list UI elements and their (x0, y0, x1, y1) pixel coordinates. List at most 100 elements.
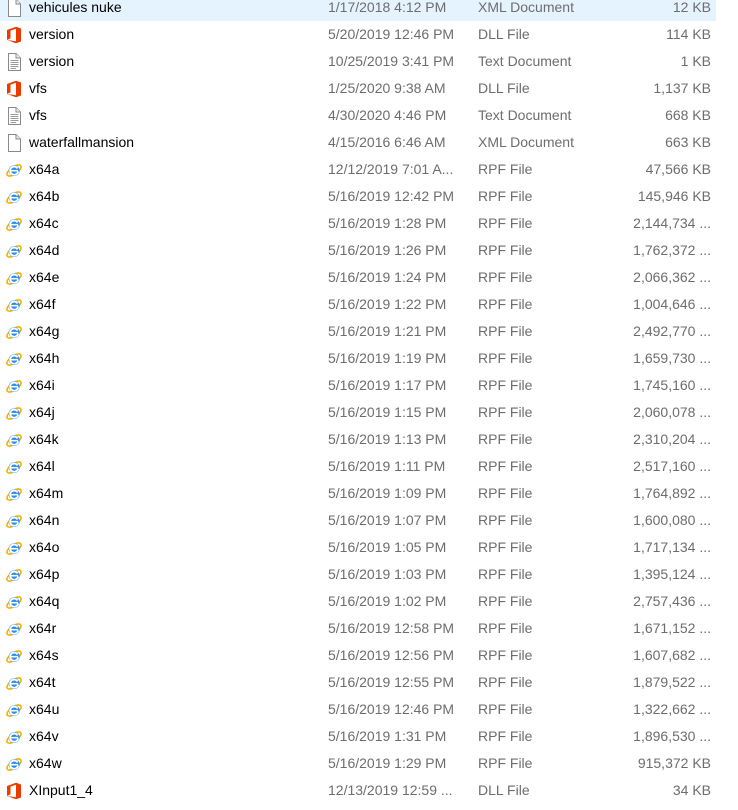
file-type: RPF File (478, 269, 533, 285)
file-row[interactable]: x64v 5/16/2019 1:31 PM RPF File 1,896,530 .… (0, 723, 716, 750)
file-row[interactable]: x64s 5/16/2019 12:56 PM RPF File 1,607,682 … (0, 642, 716, 669)
file-size: 145,946 KB (637, 188, 711, 204)
file-date-modified: 4/15/2016 6:46 AM (328, 134, 446, 150)
file-name: x64m (29, 485, 64, 501)
file-row[interactable]: vfs 1/25/2020 9:38 AM DLL File 1,137 KB (0, 75, 716, 102)
file-row[interactable]: x64t 5/16/2019 12:55 PM RPF File 1,879,522 … (0, 669, 716, 696)
file-row[interactable]: x64u 5/16/2019 12:46 PM RPF File 1,322,662 … (0, 696, 716, 723)
file-date-modified: 5/16/2019 1:13 PM (328, 431, 447, 447)
file-row[interactable]: x64o 5/16/2019 1:05 PM RPF File 1,717,134 .… (0, 534, 716, 561)
file-type: RPF File (478, 377, 533, 393)
file-type: RPF File (478, 728, 533, 744)
file-type: RPF File (478, 431, 533, 447)
file-date-modified: 10/25/2019 3:41 PM (328, 53, 455, 69)
file-row[interactable]: vfs 4/30/2020 4:46 PM Text Document 668 KB (0, 102, 716, 129)
file-row[interactable]: x64p 5/16/2019 1:03 PM RPF File 1,395,124 .… (0, 561, 716, 588)
file-date-modified: 5/16/2019 1:26 PM (328, 242, 447, 258)
file-date-modified: 5/16/2019 1:31 PM (328, 728, 447, 744)
file-type: RPF File (478, 539, 533, 555)
file-type: XML Document (478, 134, 574, 150)
file-row[interactable]: x64h 5/16/2019 1:19 PM RPF File 1,659,730 .… (0, 345, 716, 372)
file-size: 668 KB (665, 107, 711, 123)
file-type: RPF File (478, 566, 533, 582)
file-date-modified: 12/12/2019 7:01 A... (328, 161, 454, 177)
file-size: 1,600,080 ... (633, 512, 711, 528)
file-row[interactable]: x64e 5/16/2019 1:24 PM RPF File 2,066,362 .… (0, 264, 716, 291)
file-size: 1,745,160 ... (633, 377, 711, 393)
file-date-modified: 5/16/2019 1:19 PM (328, 350, 447, 366)
file-type: RPF File (478, 593, 533, 609)
internet-explorer-icon (5, 566, 23, 584)
file-row[interactable]: x64b 5/16/2019 12:42 PM RPF File 145,946 KB (0, 183, 716, 210)
file-type: RPF File (478, 674, 533, 690)
file-type: XML Document (478, 0, 574, 15)
file-size: 2,144,734 ... (633, 215, 711, 231)
file-name: vfs (29, 107, 47, 123)
file-size: 47,566 KB (645, 161, 711, 177)
file-type: Text Document (478, 107, 572, 123)
file-type: RPF File (478, 404, 533, 420)
file-size: 2,066,362 ... (633, 269, 711, 285)
file-size: 915,372 KB (637, 755, 711, 771)
file-row[interactable]: waterfallmansion 4/15/2016 6:46 AM XML Doc… (0, 129, 716, 156)
file-date-modified: 5/16/2019 1:09 PM (328, 485, 447, 501)
internet-explorer-icon (5, 755, 23, 773)
file-date-modified: 5/16/2019 12:42 PM (328, 188, 455, 204)
file-size: 1,395,124 ... (633, 566, 711, 582)
file-row[interactable]: x64m 5/16/2019 1:09 PM RPF File 1,764,892 .… (0, 480, 716, 507)
file-date-modified: 1/25/2020 9:38 AM (328, 80, 446, 96)
xml-document-icon (5, 134, 23, 152)
file-name: vfs (29, 80, 47, 96)
internet-explorer-icon (5, 593, 23, 611)
file-date-modified: 5/16/2019 1:03 PM (328, 566, 447, 582)
file-row[interactable]: XInput1_4 12/13/2019 12:59 ... DLL File 34 … (0, 777, 716, 804)
file-row[interactable]: x64c 5/16/2019 1:28 PM RPF File 2,144,734 .… (0, 210, 716, 237)
file-row[interactable]: x64f 5/16/2019 1:22 PM RPF File 1,004,646 .… (0, 291, 716, 318)
internet-explorer-icon (5, 620, 23, 638)
file-type: RPF File (478, 188, 533, 204)
file-size: 1,659,730 ... (633, 350, 711, 366)
file-date-modified: 5/16/2019 1:17 PM (328, 377, 447, 393)
file-row[interactable]: x64l 5/16/2019 1:11 PM RPF File 2,517,160 .… (0, 453, 716, 480)
internet-explorer-icon (5, 458, 23, 476)
internet-explorer-icon (5, 377, 23, 395)
file-size: 1,879,522 ... (633, 674, 711, 690)
file-row[interactable]: x64n 5/16/2019 1:07 PM RPF File 1,600,080 .… (0, 507, 716, 534)
file-name: x64q (29, 593, 60, 609)
file-name: x64k (29, 431, 59, 447)
file-row[interactable]: x64w 5/16/2019 1:29 PM RPF File 915,372 KB (0, 750, 716, 777)
file-date-modified: 5/16/2019 1:24 PM (328, 269, 447, 285)
file-row[interactable]: x64a 12/12/2019 7:01 A... RPF File 47,566 K… (0, 156, 716, 183)
file-row[interactable]: x64q 5/16/2019 1:02 PM RPF File 2,757,436 .… (0, 588, 716, 615)
file-row[interactable]: version 5/20/2019 12:46 PM DLL File 114 KB (0, 21, 716, 48)
file-type: Text Document (478, 53, 572, 69)
file-row[interactable]: vehicules nuke 1/17/2018 4:12 PM XML Docum… (0, 0, 716, 21)
file-date-modified: 5/16/2019 1:02 PM (328, 593, 447, 609)
file-date-modified: 1/17/2018 4:12 PM (328, 0, 447, 15)
file-name: version (29, 26, 75, 42)
file-date-modified: 5/16/2019 12:56 PM (328, 647, 455, 663)
file-row[interactable]: version 10/25/2019 3:41 PM Text Document 1 … (0, 48, 716, 75)
file-name: x64d (29, 242, 60, 258)
internet-explorer-icon (5, 161, 23, 179)
file-size: 1,322,662 ... (633, 701, 711, 717)
file-size: 1,004,646 ... (633, 296, 711, 312)
file-list: vehicules nuke 1/17/2018 4:12 PM XML Docum… (0, 0, 738, 810)
file-type: RPF File (478, 512, 533, 528)
file-type: RPF File (478, 647, 533, 663)
office-dll-icon (5, 80, 23, 98)
file-name: x64b (29, 188, 60, 204)
file-size: 2,060,078 ... (633, 404, 711, 420)
file-row[interactable]: x64k 5/16/2019 1:13 PM RPF File 2,310,204 .… (0, 426, 716, 453)
scrollbar-track[interactable] (718, 0, 738, 810)
file-row[interactable]: x64i 5/16/2019 1:17 PM RPF File 1,745,160 .… (0, 372, 716, 399)
file-type: DLL File (478, 26, 530, 42)
file-type: RPF File (478, 242, 533, 258)
file-row[interactable]: x64g 5/16/2019 1:21 PM RPF File 2,492,770 .… (0, 318, 716, 345)
file-type: RPF File (478, 350, 533, 366)
office-dll-icon (5, 26, 23, 44)
file-row[interactable]: x64r 5/16/2019 12:58 PM RPF File 1,671,152 … (0, 615, 716, 642)
file-row[interactable]: x64j 5/16/2019 1:15 PM RPF File 2,060,078 .… (0, 399, 716, 426)
file-name: x64j (29, 404, 55, 420)
file-row[interactable]: x64d 5/16/2019 1:26 PM RPF File 1,762,372 .… (0, 237, 716, 264)
